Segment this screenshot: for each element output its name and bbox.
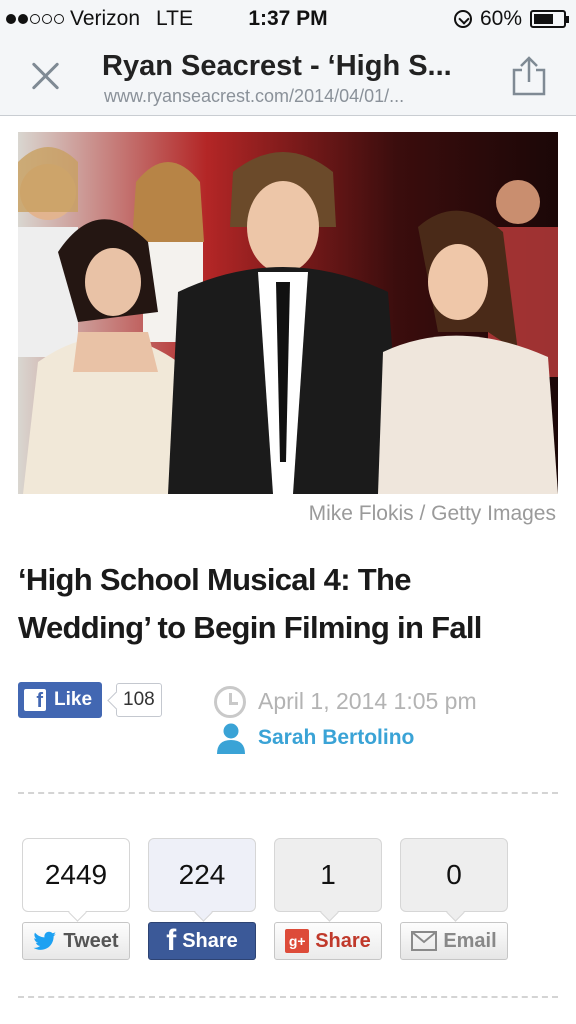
mail-icon [411,931,438,951]
facebook-share-label: Share [182,929,238,952]
twitter-bird-icon [33,931,57,950]
status-bar: Verizon LTE 1:37 PM 60% [0,0,576,38]
googleplus-share-button[interactable]: g+ Share [274,922,382,960]
email-share-button[interactable]: Email [400,922,508,960]
googleplus-share-label: Share [315,929,371,952]
like-label: Like [54,689,93,710]
like-count-bubble: 108 [116,683,162,717]
headline-line-1: ‘High School Musical 4: The [18,562,411,597]
divider-bottom [18,996,558,998]
facebook-like-button[interactable]: f Like [18,682,102,718]
battery-percent: 60% [479,7,522,30]
facebook-share-count: 224 [148,838,256,912]
article-headline: ‘High School Musical 4: The Wedding’ to … [18,556,566,652]
email-label: Email [443,929,497,952]
clock-icon [214,686,246,718]
article-photo [18,132,558,494]
facebook-f-icon: f [166,924,177,957]
share-upload-icon[interactable] [510,56,548,96]
google-plus-icon: g+ [285,929,310,953]
facebook-share-button[interactable]: f Share [148,922,256,960]
tweet-count: 2449 [22,838,130,912]
photo-credit: Mike Flokis / Getty Images [308,502,556,525]
divider-top [18,792,558,794]
person-icon [217,723,245,754]
status-bar-right: 60% [453,7,569,31]
page-title: Ryan Seacrest - ‘High S... [102,50,452,82]
author-link[interactable]: Sarah Bertolino [258,726,414,750]
battery-icon [530,10,569,28]
tweet-label: Tweet [63,929,119,952]
headline-line-2: Wedding’ to Begin Filming in Fall [18,610,482,645]
lock-rotation-icon [453,10,472,28]
post-date: April 1, 2014 1:05 pm [258,688,477,714]
browser-nav-bar: Ryan Seacrest - ‘High S... www.ryanseacr… [0,38,576,116]
googleplus-share-count: 1 [274,838,382,912]
tweet-button[interactable]: Tweet [22,922,130,960]
page-url[interactable]: www.ryanseacrest.com/2014/04/01/... [104,86,484,107]
close-icon[interactable] [26,56,66,96]
email-share-count: 0 [400,838,508,912]
facebook-f-icon: f [24,689,46,712]
